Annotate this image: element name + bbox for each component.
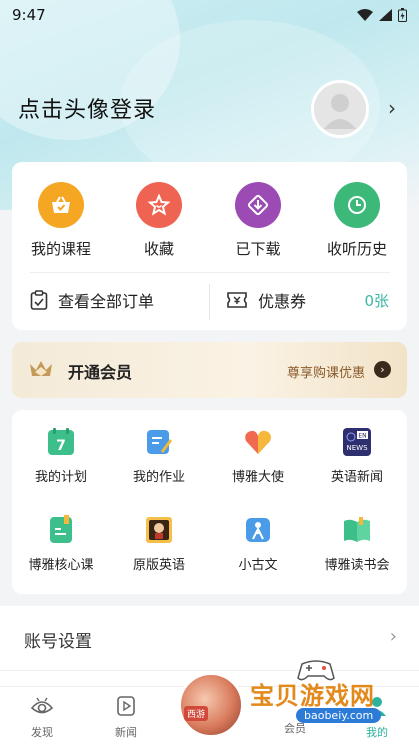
original-english-label: 原版英语 (132, 558, 185, 573)
tab-news[interactable]: 新闻 (84, 695, 168, 740)
chevron-right-icon[interactable]: › (388, 96, 396, 120)
watermark-game-image (178, 672, 244, 738)
favorites-label: 收藏 (143, 240, 174, 258)
svg-text:EN: EN (358, 433, 366, 440)
listen-history-label: 收听历史 (326, 240, 387, 258)
play-card-icon (117, 696, 135, 716)
login-prompt[interactable]: 点击头像登录 (18, 92, 156, 124)
my-courses-label: 我的课程 (30, 240, 91, 258)
boya-core-course-label: 博雅核心课 (28, 558, 94, 573)
english-news-button[interactable]: EN NEWS 英语新闻 (308, 426, 406, 485)
vip-title: 开通会员 (68, 363, 133, 382)
ancient-text-label: 小古文 (238, 558, 278, 573)
eye-icon (30, 697, 54, 714)
core-course-icon (45, 514, 77, 546)
avatar[interactable] (311, 80, 369, 138)
divider (30, 272, 390, 273)
tab-discover[interactable]: 发现 (0, 695, 84, 740)
my-courses-button[interactable]: 我的课程 (12, 182, 110, 259)
watermark-url: baobeiy.com (296, 708, 382, 723)
signal-icon (379, 9, 392, 21)
english-news-label: 英语新闻 (330, 470, 383, 485)
vip-banner[interactable]: 开通会员 尊享购课优惠 › (12, 342, 407, 398)
heart-icon (242, 426, 274, 458)
features-grid: 7 我的计划 我的作业 博雅大使 EN NEWS 英语新闻 博雅核心课 原版英语 (12, 410, 407, 594)
listen-history-button[interactable]: 收听历史 (308, 182, 406, 259)
star-icon (136, 182, 182, 228)
status-icons (357, 8, 407, 22)
login-row[interactable]: 点击头像登录 › (18, 80, 408, 138)
account-settings-label: 账号设置 (24, 632, 92, 652)
coupon-count: 0张 (364, 292, 389, 310)
all-orders-label: 查看全部订单 (58, 292, 155, 311)
my-homework-label: 我的作业 (132, 470, 185, 485)
calendar-icon: 7 (45, 426, 77, 458)
book-club-icon (341, 514, 373, 546)
book-club-label: 博雅读书会 (324, 558, 390, 573)
quick-actions-card: 我的课程 收藏 已下载 收听历史 查看全部订单 优惠券 0张 (12, 162, 407, 330)
my-plan-label: 我的计划 (34, 470, 87, 485)
vip-subtitle: 尊享购课优惠 (286, 366, 365, 381)
default-avatar-icon (314, 83, 366, 135)
svg-text:NEWS: NEWS (346, 444, 368, 452)
downloaded-label: 已下载 (235, 240, 281, 258)
clock-icon (334, 182, 380, 228)
clipboard-icon (30, 290, 48, 310)
ancient-text-button[interactable]: 小古文 (209, 514, 307, 573)
chevron-right-icon: › (374, 361, 391, 378)
my-homework-button[interactable]: 我的作业 (110, 426, 208, 485)
watermark-badge: 西游 (184, 706, 209, 721)
news-icon: EN NEWS (341, 426, 373, 458)
book-club-button[interactable]: 博雅读书会 (308, 514, 406, 573)
homework-icon (143, 426, 175, 458)
chevron-right-icon: › (389, 626, 397, 647)
boya-core-course-button[interactable]: 博雅核心课 (12, 514, 110, 573)
tab-news-label: 新闻 (115, 726, 137, 739)
tab-discover-label: 发现 (31, 726, 53, 739)
svg-text:7: 7 (56, 438, 66, 454)
crown-icon (30, 361, 52, 376)
favorites-button[interactable]: 收藏 (110, 182, 208, 259)
coupon-label: 优惠券 (258, 292, 307, 311)
divider (209, 284, 210, 320)
all-orders-button[interactable]: 查看全部订单 (30, 288, 154, 312)
ancient-text-icon (242, 514, 274, 546)
coupon-icon (227, 292, 247, 308)
original-english-icon (143, 514, 175, 546)
boya-ambassador-label: 博雅大使 (231, 470, 284, 485)
coupon-button[interactable]: 优惠券 (226, 288, 306, 312)
wifi-icon (357, 9, 373, 21)
basket-icon (38, 182, 84, 228)
battery-icon (398, 8, 407, 22)
status-time: 9:47 (12, 6, 46, 24)
watermark-overlay: 西游 宝贝游戏网 baobeiy.com (176, 660, 419, 745)
downloaded-button[interactable]: 已下载 (209, 182, 307, 259)
my-plan-button[interactable]: 7 我的计划 (12, 426, 110, 485)
original-english-button[interactable]: 原版英语 (110, 514, 208, 573)
download-icon (235, 182, 281, 228)
watermark-title: 宝贝游戏网 (250, 682, 375, 710)
status-bar: 9:47 (0, 0, 419, 30)
boya-ambassador-button[interactable]: 博雅大使 (209, 426, 307, 485)
